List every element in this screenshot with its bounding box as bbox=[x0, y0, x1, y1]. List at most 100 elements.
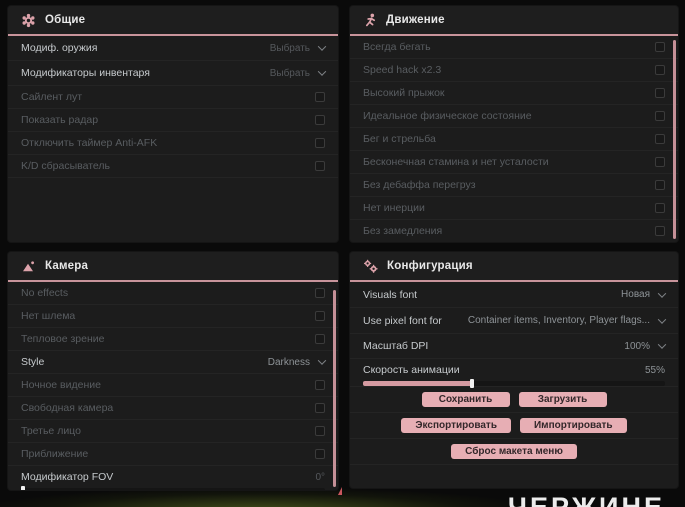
panel-title: Общие bbox=[45, 14, 86, 26]
load-button[interactable]: Загрузить bbox=[518, 392, 607, 407]
show-radar-checkbox[interactable] bbox=[315, 115, 325, 125]
silent-loot-checkbox[interactable] bbox=[315, 92, 325, 102]
row-high-jump[interactable]: Высокий прыжок bbox=[350, 82, 678, 105]
third-person-checkbox[interactable] bbox=[315, 426, 325, 436]
double-gear-icon bbox=[363, 259, 378, 274]
row-no-helmet[interactable]: Нет шлема bbox=[8, 305, 338, 328]
row-kd-resetter[interactable]: K/D сбрасыватель bbox=[8, 155, 338, 178]
movement-scrollbar[interactable] bbox=[673, 40, 676, 239]
export-button[interactable]: Экспортировать bbox=[401, 418, 511, 433]
row-no-effects[interactable]: No effects bbox=[8, 282, 338, 305]
panel-general: Общие Модиф. оружия Выбрать Модификаторы… bbox=[8, 6, 338, 242]
no-effects-checkbox[interactable] bbox=[315, 288, 325, 298]
animation-speed-handle[interactable] bbox=[469, 379, 474, 388]
reset-menu-layout-button[interactable]: Сброс макета меню bbox=[451, 444, 577, 459]
row-no-overload-debuff[interactable]: Без дебаффа перегруз bbox=[350, 174, 678, 197]
config-buttons-row-2: Экспортировать Импортировать bbox=[350, 413, 678, 439]
style-dropdown[interactable]: Darkness bbox=[267, 356, 327, 368]
pixel-font-dropdown[interactable]: Container items, Inventory, Player flags… bbox=[468, 314, 667, 326]
row-label: K/D сбрасыватель bbox=[21, 160, 111, 172]
visuals-font-dropdown[interactable]: Новая bbox=[621, 288, 667, 300]
row-label: Бесконечная стамина и нет усталости bbox=[363, 156, 549, 168]
row-label: Без дебаффа перегруз bbox=[363, 179, 476, 191]
row-label: Третье лицо bbox=[21, 425, 81, 437]
row-pixel-font: Use pixel font for Container items, Inve… bbox=[350, 308, 678, 334]
panel-config-header[interactable]: Конфигурация bbox=[350, 252, 678, 280]
inventory-modifiers-dropdown[interactable]: Выбрать bbox=[269, 67, 327, 79]
chevron-down-icon bbox=[317, 42, 327, 51]
row-label: Отключить таймер Anti-AFK bbox=[21, 137, 158, 149]
no-overload-debuff-checkbox[interactable] bbox=[655, 180, 665, 190]
speed-hack-checkbox[interactable] bbox=[655, 65, 665, 75]
weapon-modifier-dropdown[interactable]: Выбрать bbox=[269, 42, 327, 54]
row-label: Без замедления bbox=[363, 225, 443, 237]
row-label: Тепловое зрение bbox=[21, 333, 105, 345]
row-third-person[interactable]: Третье лицо bbox=[8, 420, 338, 443]
config-buttons-row-3: Сброс макета меню bbox=[350, 439, 678, 465]
thermal-vision-checkbox[interactable] bbox=[315, 334, 325, 344]
row-label: Модификатор FOV bbox=[21, 471, 114, 483]
dropdown-value: Выбрать bbox=[269, 67, 310, 79]
run-and-shoot-checkbox[interactable] bbox=[655, 134, 665, 144]
row-infinite-stamina[interactable]: Бесконечная стамина и нет усталости bbox=[350, 151, 678, 174]
chevron-down-icon bbox=[317, 67, 327, 76]
row-always-run[interactable]: Всегда бегать bbox=[350, 36, 678, 59]
dropdown-value: Выбрать bbox=[269, 42, 310, 54]
save-button[interactable]: Сохранить bbox=[421, 392, 510, 407]
row-disable-afk-timer[interactable]: Отключить таймер Anti-AFK bbox=[8, 132, 338, 155]
row-weapon-modifier: Модиф. оружия Выбрать bbox=[8, 36, 338, 61]
fov-slider[interactable] bbox=[21, 486, 325, 490]
no-inertia-checkbox[interactable] bbox=[655, 203, 665, 213]
panel-camera-header[interactable]: Камера bbox=[8, 252, 338, 280]
fov-slider-handle[interactable] bbox=[21, 486, 25, 490]
row-label: Всегда бегать bbox=[363, 41, 431, 53]
panel-title: Конфигурация bbox=[387, 260, 473, 272]
row-show-radar[interactable]: Показать радар bbox=[8, 109, 338, 132]
always-run-checkbox[interactable] bbox=[655, 42, 665, 52]
dropdown-value: 100% bbox=[624, 340, 650, 352]
dropdown-value: Новая bbox=[621, 289, 650, 300]
panel-general-header[interactable]: Общие bbox=[8, 6, 338, 34]
row-visuals-font: Visuals font Новая bbox=[350, 282, 678, 308]
no-helmet-checkbox[interactable] bbox=[315, 311, 325, 321]
chevron-down-icon bbox=[657, 288, 667, 298]
row-thermal-vision[interactable]: Тепловое зрение bbox=[8, 328, 338, 351]
row-perfect-condition[interactable]: Идеальное физическое состояние bbox=[350, 105, 678, 128]
row-no-inertia[interactable]: Нет инерции bbox=[350, 197, 678, 220]
import-button[interactable]: Импортировать bbox=[519, 418, 627, 433]
high-jump-checkbox[interactable] bbox=[655, 88, 665, 98]
animation-speed-slider[interactable] bbox=[363, 379, 665, 388]
kd-resetter-checkbox[interactable] bbox=[315, 161, 325, 171]
infinite-stamina-checkbox[interactable] bbox=[655, 157, 665, 167]
row-label: Use pixel font for bbox=[363, 314, 442, 327]
row-free-camera[interactable]: Свободная камера bbox=[8, 397, 338, 420]
panel-movement-header[interactable]: Движение bbox=[350, 6, 678, 34]
dpi-scale-dropdown[interactable]: 100% bbox=[624, 340, 667, 352]
row-run-and-shoot[interactable]: Бег и стрельба bbox=[350, 128, 678, 151]
disable-afk-timer-checkbox[interactable] bbox=[315, 138, 325, 148]
perfect-condition-checkbox[interactable] bbox=[655, 111, 665, 121]
zoom-checkbox[interactable] bbox=[315, 449, 325, 459]
row-label: No effects bbox=[21, 287, 69, 299]
panel-title: Камера bbox=[45, 260, 89, 272]
row-label: Показать радар bbox=[21, 114, 99, 126]
camera-scrollbar[interactable] bbox=[333, 290, 336, 487]
panel-camera: Камера No effects Нет шлема Тепловое зре… bbox=[8, 252, 338, 490]
row-label: Style bbox=[21, 356, 45, 368]
row-label: Модификаторы инвентаря bbox=[21, 67, 150, 79]
row-no-slowdown[interactable]: Без замедления bbox=[350, 220, 678, 242]
no-slowdown-checkbox[interactable] bbox=[655, 226, 665, 236]
dropdown-value: Darkness bbox=[267, 356, 310, 368]
night-vision-checkbox[interactable] bbox=[315, 380, 325, 390]
row-silent-loot[interactable]: Сайлент лут bbox=[8, 86, 338, 109]
row-label: Масштаб DPI bbox=[363, 340, 429, 352]
row-night-vision[interactable]: Ночное видение bbox=[8, 374, 338, 397]
row-zoom[interactable]: Приближение bbox=[8, 443, 338, 466]
row-label: Бег и стрельба bbox=[363, 133, 436, 145]
row-label: Сайлент лут bbox=[21, 91, 83, 103]
chevron-down-icon bbox=[657, 340, 667, 349]
row-style: Style Darkness bbox=[8, 351, 338, 374]
free-camera-checkbox[interactable] bbox=[315, 403, 325, 413]
row-speed-hack[interactable]: Speed hack x2.3 bbox=[350, 59, 678, 82]
panel-config: Конфигурация Visuals font Новая Use pixe… bbox=[350, 252, 678, 488]
